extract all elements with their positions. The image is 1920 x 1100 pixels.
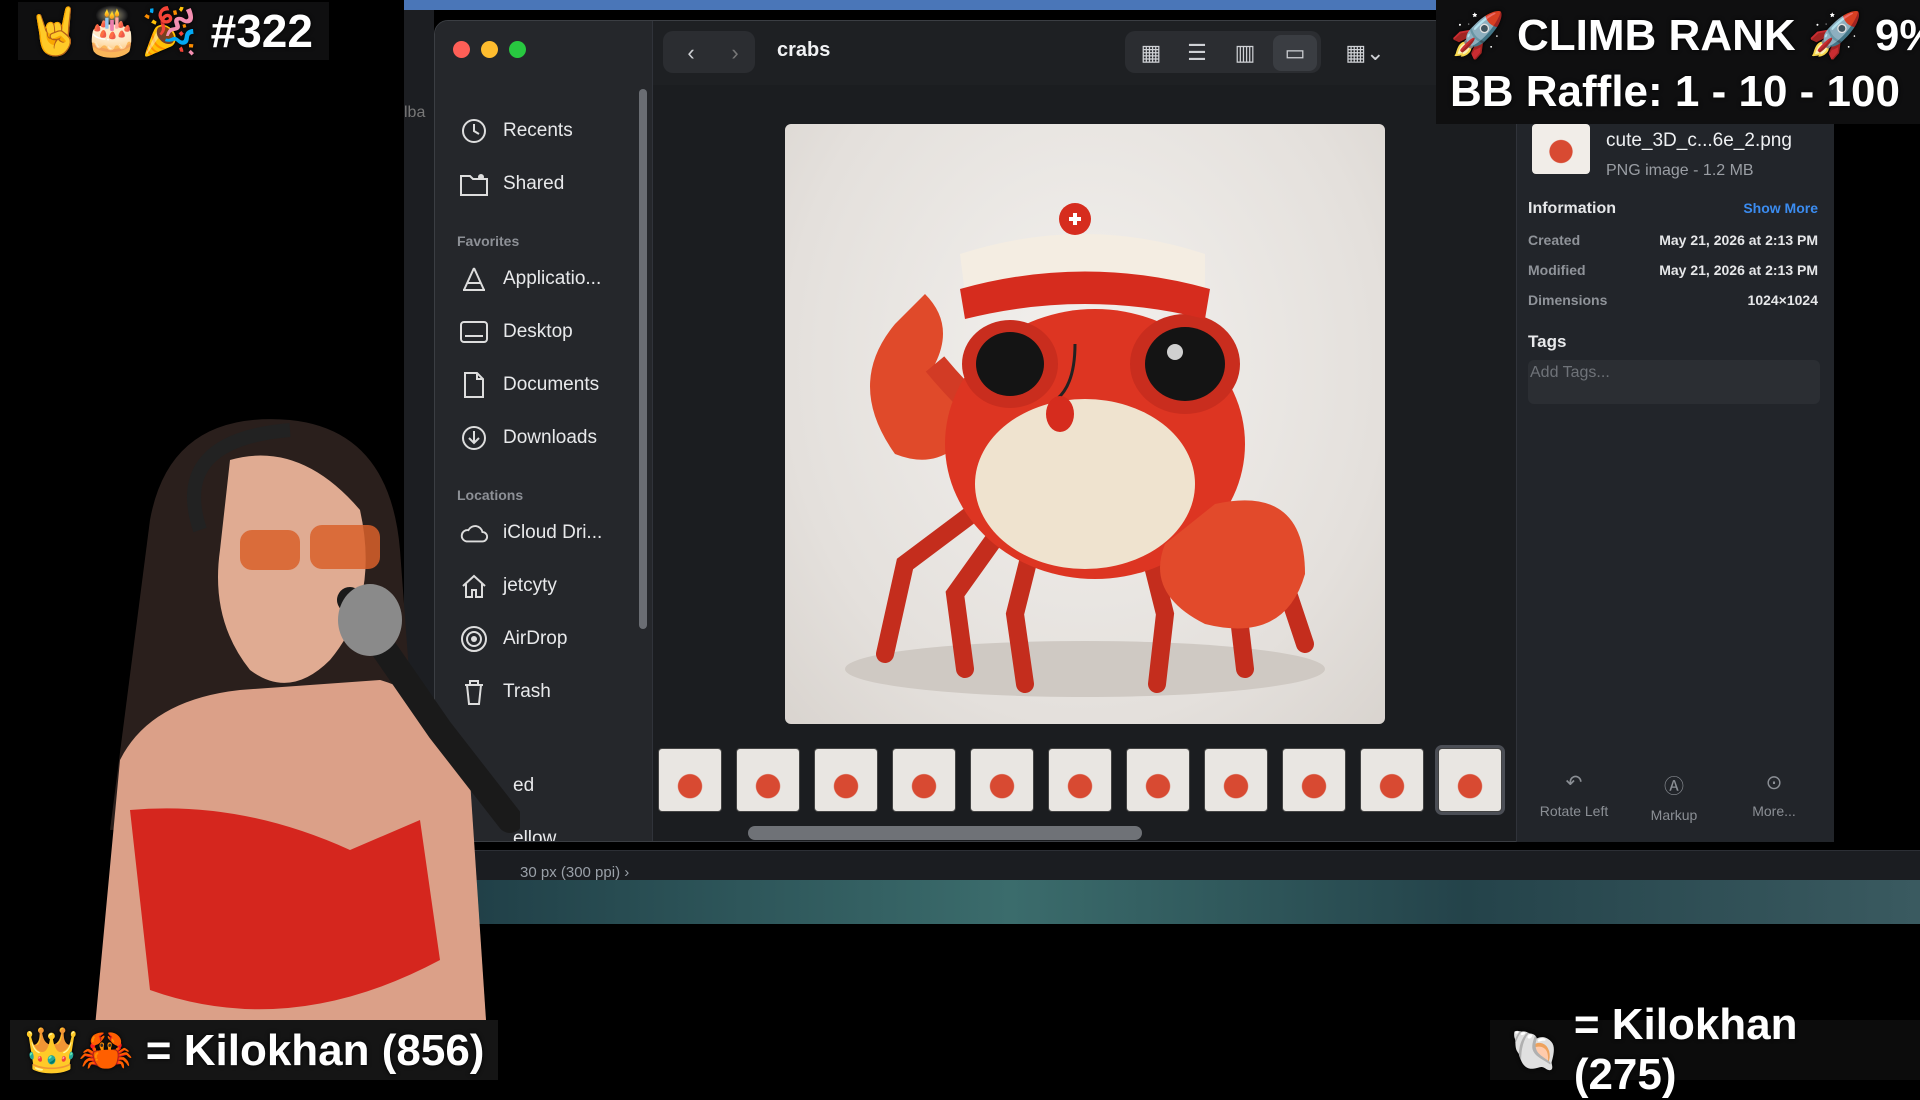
- top-supporter-overlay: 👑🦀 = Kilokhan (856): [10, 1020, 499, 1080]
- thumbnail-item[interactable]: [1126, 748, 1190, 812]
- background-status-text: 30 px (300 ppi) ›: [520, 864, 630, 881]
- sidebar-item-desktop[interactable]: Desktop: [459, 312, 649, 352]
- show-more-link[interactable]: Show More: [1743, 200, 1818, 218]
- close-button[interactable]: [453, 41, 470, 58]
- shared-folder-icon: [459, 169, 489, 199]
- preview-image[interactable]: [785, 124, 1385, 724]
- desktop-icon: [459, 317, 489, 347]
- markup-button[interactable]: Ⓐ Markup: [1634, 770, 1714, 823]
- grid-icon: ▦: [1140, 40, 1162, 65]
- rotate-left-icon: ↶: [1565, 772, 1583, 794]
- forward-button[interactable]: ›: [717, 35, 753, 71]
- sidebar-item-label: Shared: [503, 173, 565, 194]
- dimensions-value: 1024×1024: [1747, 292, 1818, 308]
- sidebar-item-label: Desktop: [503, 321, 573, 342]
- markup-icon: Ⓐ: [1664, 776, 1684, 798]
- dimensions-label: Dimensions: [1528, 292, 1608, 308]
- favorites-header: Favorites: [457, 233, 520, 249]
- columns-icon: ▥: [1234, 40, 1256, 65]
- sidebar-item-shared[interactable]: Shared: [459, 164, 649, 204]
- column-view-button[interactable]: ▥: [1225, 35, 1265, 71]
- document-icon: [459, 370, 489, 400]
- crab-illustration: [845, 203, 1325, 697]
- chevron-left-icon: ‹: [687, 40, 695, 65]
- tags-input[interactable]: Add Tags...: [1528, 360, 1820, 404]
- more-label: More...: [1752, 803, 1796, 819]
- stream-goals-overlay: 🚀 CLIMB RANK 🚀 9% BB Raffle: 1 - 10 - 10…: [1436, 0, 1920, 124]
- created-value: May 21, 2026 at 2:13 PM: [1659, 232, 1818, 248]
- thumbnail-item[interactable]: [1360, 748, 1424, 812]
- sidebar-scrollbar[interactable]: [639, 89, 647, 629]
- sidebar-item-applications[interactable]: Applicatio...: [459, 259, 649, 299]
- information-header-row: Information Show More: [1528, 200, 1818, 218]
- sidebar-item-label: Recents: [503, 120, 573, 141]
- markup-label: Markup: [1650, 807, 1698, 823]
- created-label: Created: [1528, 232, 1581, 248]
- folder-title: crabs: [777, 39, 831, 61]
- back-button[interactable]: ‹: [673, 35, 709, 71]
- climb-rank-text: 🚀 CLIMB RANK 🚀 9%: [1450, 11, 1920, 60]
- file-thumbnail: [1532, 124, 1590, 174]
- thumbnail-item[interactable]: [736, 748, 800, 812]
- chevron-right-icon: ›: [731, 40, 739, 65]
- tags-header: Tags: [1528, 332, 1567, 351]
- desktop-wallpaper: [404, 880, 1920, 924]
- dimensions-row: Dimensions 1024×1024: [1528, 292, 1818, 308]
- zoom-button[interactable]: [509, 41, 526, 58]
- gallery-scrollbar[interactable]: [748, 826, 1142, 840]
- tags-placeholder: Add Tags...: [1530, 364, 1610, 381]
- modified-value: May 21, 2026 at 2:13 PM: [1659, 262, 1818, 278]
- sidebar-item-label: Applicatio...: [503, 268, 602, 289]
- stream-counter-overlay: 🤘🎂🎉 #322: [18, 2, 329, 60]
- background-window-statusbar: [404, 850, 1920, 880]
- raffle-text: BB Raffle: 1 - 10 - 100: [1450, 67, 1900, 116]
- webcam-feed: [90, 400, 523, 1080]
- list-view-button[interactable]: ☰: [1177, 35, 1217, 71]
- thumbnail-item[interactable]: [1282, 748, 1346, 812]
- information-header: Information: [1528, 200, 1616, 217]
- thumbnail-item[interactable]: [1435, 745, 1505, 815]
- sidebar-item-label: Documents: [503, 374, 600, 395]
- thumbnail-item[interactable]: [814, 748, 878, 812]
- shell-supporter-text: = Kilokhan (275): [1573, 1000, 1798, 1099]
- sidebar-item-documents[interactable]: Documents: [459, 365, 649, 405]
- created-row: Created May 21, 2026 at 2:13 PM: [1528, 232, 1818, 248]
- gallery-view-button[interactable]: ▭: [1273, 35, 1317, 71]
- clock-icon: [459, 116, 489, 146]
- minimize-button[interactable]: [481, 41, 498, 58]
- file-name: cute_3D_c...6e_2.png: [1606, 130, 1792, 151]
- group-by-button[interactable]: ▦⌄: [1337, 35, 1393, 71]
- more-button[interactable]: ⊙ More...: [1734, 770, 1814, 819]
- rotate-left-label: Rotate Left: [1539, 803, 1609, 819]
- shell-icon: 🐚: [1510, 1028, 1560, 1073]
- streamer-figure: [90, 419, 523, 1080]
- thumbnail-item[interactable]: [970, 748, 1034, 812]
- background-window-text: lba: [404, 104, 426, 121]
- thumbnail-strip: [658, 745, 1505, 815]
- ellipsis-icon: ⊙: [1765, 772, 1783, 794]
- thumbnail-item[interactable]: [658, 748, 722, 812]
- thumbnail-item[interactable]: [1204, 748, 1268, 812]
- modified-row: Modified May 21, 2026 at 2:13 PM: [1528, 262, 1818, 278]
- sidebar-item-recents[interactable]: Recents: [459, 111, 649, 151]
- group-grid-icon: ▦⌄: [1345, 40, 1385, 65]
- thumbnail-item[interactable]: [892, 748, 956, 812]
- list-icon: ☰: [1187, 40, 1207, 65]
- modified-label: Modified: [1528, 262, 1586, 278]
- icon-view-button[interactable]: ▦: [1131, 35, 1171, 71]
- gallery-icon: ▭: [1284, 40, 1306, 65]
- thumbnail-item[interactable]: [1048, 748, 1112, 812]
- applications-icon: [459, 264, 489, 294]
- file-kind: PNG image - 1.2 MB: [1606, 162, 1754, 179]
- shell-supporter-overlay: 🐚 = Kilokhan (275): [1490, 1000, 1920, 1099]
- info-panel: [1516, 64, 1834, 842]
- rotate-left-button[interactable]: ↶ Rotate Left: [1534, 770, 1614, 819]
